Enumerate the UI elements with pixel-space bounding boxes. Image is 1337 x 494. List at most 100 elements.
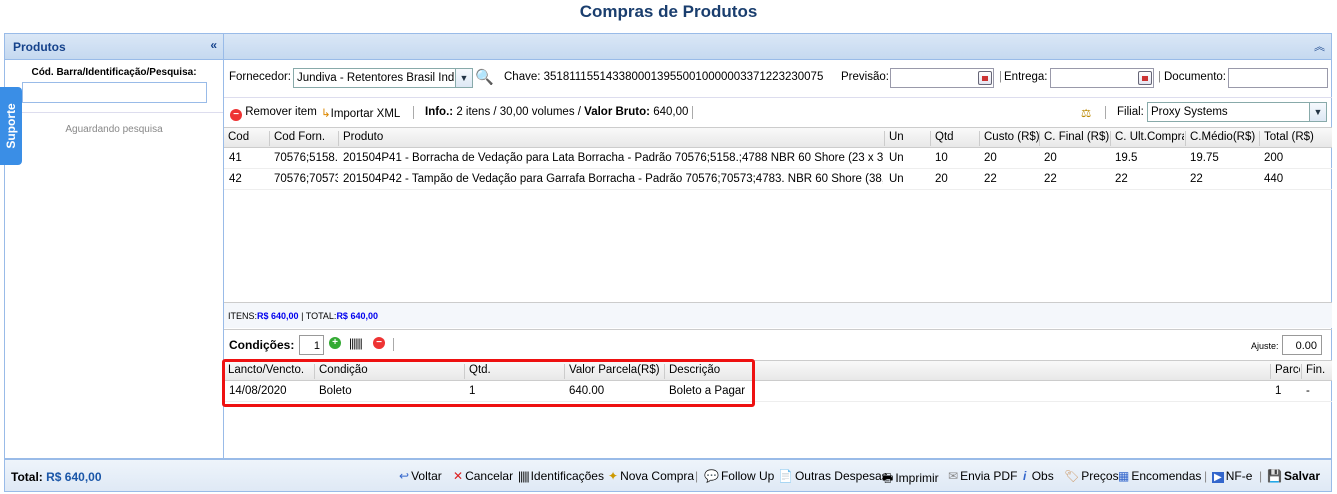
column-header[interactable]: Cod Forn. — [269, 131, 325, 146]
conditions-label: Condições: — [229, 338, 295, 352]
column-header[interactable]: Qtd — [930, 131, 954, 146]
obs-button[interactable]: i Obs — [1023, 469, 1054, 483]
barcode-icon[interactable]: |||||| — [349, 336, 363, 350]
back-arrow-icon: ↩ — [399, 469, 410, 483]
collapse-left-icon[interactable]: « — [210, 38, 217, 52]
table-row[interactable]: 14/08/2020 Boleto 1 640.00 Boleto a Paga… — [224, 381, 1332, 402]
follow-up-button[interactable]: 💬 Follow Up — [704, 469, 774, 483]
cell: Un — [889, 173, 904, 185]
cell: 22 — [984, 173, 997, 185]
remove-condition-icon[interactable]: − — [373, 337, 385, 349]
forecast-date-field[interactable] — [890, 68, 994, 88]
nfe-button[interactable]: ▶ NF-e — [1212, 469, 1252, 483]
column-header[interactable]: Valor Parcela(R$) — [564, 364, 660, 379]
chevron-down-icon: ▼ — [455, 69, 472, 87]
divider: | — [695, 469, 699, 483]
column-header[interactable]: C. Últ.Compra( — [1110, 131, 1184, 146]
table-row[interactable]: 41 70576;5158.; 201504P41 - Borracha de … — [224, 148, 1332, 169]
column-header[interactable]: Descrição — [664, 364, 720, 379]
items-totals: ITENS:R$ 640,00 | TOTAL:R$ 640,00 — [224, 302, 1332, 328]
grand-total-value: R$ 640,00 — [336, 311, 378, 321]
prices-button[interactable]: 🏷 Preços — [1064, 469, 1119, 483]
products-panel-header: Produtos « — [5, 34, 223, 60]
cell: 1 — [469, 385, 476, 397]
orders-button[interactable]: ▦ Encomendas — [1118, 469, 1201, 483]
scale-icon[interactable]: ⚖ — [1081, 106, 1091, 120]
branch-select[interactable]: Proxy Systems ▼ — [1147, 102, 1327, 122]
divider — [5, 112, 223, 113]
access-key: Chave: 351811155143380001395500100000033… — [504, 71, 824, 83]
calendar-icon[interactable] — [1138, 71, 1152, 85]
item-toolbar: − Remover item ↳Importar XML Info.: 2 it… — [224, 97, 1332, 122]
back-button[interactable]: ↩ Voltar — [399, 469, 442, 483]
column-header[interactable]: Parce — [1270, 364, 1300, 379]
close-icon: ✕ — [453, 469, 464, 483]
cell: 201504P41 - Borracha de Vedação para Lat… — [343, 152, 883, 164]
new-purchase-button[interactable]: ✦ Nova Compra — [608, 469, 694, 483]
grand-total-label: | TOTAL: — [301, 311, 337, 321]
cell: 70576;5158.; — [274, 152, 338, 164]
forecast-label: Previsão: — [841, 71, 889, 83]
cell: 200 — [1264, 152, 1284, 164]
document-field[interactable] — [1228, 68, 1328, 88]
column-header[interactable]: Produto — [338, 131, 383, 146]
support-tab[interactable]: Suporte — [0, 87, 22, 165]
info-summary: Info.: 2 itens / 30,00 volumes / Valor B… — [425, 106, 689, 118]
branch-value: Proxy Systems — [1151, 106, 1228, 118]
calendar-icon[interactable] — [978, 71, 992, 85]
send-pdf-button[interactable]: ✉ Envia PDF — [948, 469, 1017, 483]
divider — [393, 338, 394, 352]
divider: | — [1204, 469, 1208, 483]
print-button[interactable]: 🖶 Imprimir — [882, 469, 939, 490]
branch-label: Filial: — [1117, 106, 1144, 118]
column-header[interactable]: Qtd. — [464, 364, 491, 379]
purchase-panel: ︽ Fornecedor: Jundiva - Retentores Brasi… — [222, 33, 1332, 459]
document-label: Documento: — [1164, 71, 1227, 83]
remove-item-button[interactable]: − Remover item — [230, 106, 317, 121]
save-button[interactable]: 💾 Salvar — [1267, 469, 1320, 483]
divider — [692, 106, 693, 120]
identifications-button[interactable]: ||||| Identificações — [518, 469, 604, 483]
cell: 19.5 — [1115, 152, 1138, 164]
import-xml-button[interactable]: ↳Importar XML — [321, 106, 400, 120]
cell: - — [1306, 385, 1310, 397]
product-search-input[interactable] — [22, 82, 207, 103]
envelope-icon: ✉ — [948, 469, 959, 483]
column-header[interactable]: Un — [884, 131, 904, 146]
collapse-up-icon[interactable]: ︽ — [1314, 38, 1325, 54]
column-header[interactable]: Lancto/Vencto. — [224, 364, 304, 379]
supplier-search-icon[interactable]: 🔍 — [475, 68, 494, 86]
column-header[interactable]: Cod — [224, 131, 249, 146]
supplier-value: Jundiva - Retentores Brasil Indú: — [297, 72, 464, 84]
cell: 20 — [984, 152, 997, 164]
column-header[interactable]: Condição — [314, 364, 368, 379]
column-header[interactable]: Custo (R$) — [979, 131, 1040, 146]
conditions-count-field[interactable]: 1 — [299, 335, 324, 355]
cell: 22 — [1044, 173, 1057, 185]
cell: Un — [889, 152, 904, 164]
add-condition-icon[interactable]: + — [329, 337, 341, 349]
table-icon: ▦ — [1118, 469, 1130, 483]
cell: Boleto — [319, 385, 352, 397]
cell: 201504P42 - Tampão de Vedação para Garra… — [343, 173, 883, 185]
page-title: Compras de Produtos — [579, 2, 758, 21]
products-panel: Produtos « Cód. Barra/Identificação/Pesq… — [4, 33, 224, 459]
installments-grid: Lancto/Vencto. Condição Qtd. Valor Parce… — [224, 360, 1332, 402]
column-header[interactable]: C. Final (R$) — [1039, 131, 1109, 146]
cell: 440 — [1264, 173, 1284, 185]
column-header[interactable]: Total (R$) — [1259, 131, 1314, 146]
search-label: Cód. Barra/Identificação/Pesquisa: — [31, 67, 197, 78]
cancel-button[interactable]: ✕ Cancelar — [453, 469, 513, 483]
support-tab-label: Suporte — [4, 103, 18, 149]
conditions-bar: Condições: 1 + |||||| − Ajuste: 0.00 — [224, 329, 1332, 359]
supplier-select[interactable]: Jundiva - Retentores Brasil Indú: ▼ — [293, 68, 473, 88]
tag-icon: 🏷 — [1064, 469, 1080, 483]
column-header[interactable]: Fin. — [1301, 364, 1325, 379]
delivery-date-field[interactable] — [1050, 68, 1154, 88]
column-header[interactable]: C.Médio(R$) — [1185, 131, 1255, 146]
table-row[interactable]: 42 70576;70573 201504P42 - Tampão de Ved… — [224, 169, 1332, 190]
header-fields: Fornecedor: Jundiva - Retentores Brasil … — [224, 66, 1332, 90]
other-expenses-button[interactable]: 📄 Outras Despesas — [778, 469, 888, 483]
adjust-field[interactable]: 0.00 — [1282, 335, 1322, 355]
cell: 1 — [1275, 385, 1282, 397]
